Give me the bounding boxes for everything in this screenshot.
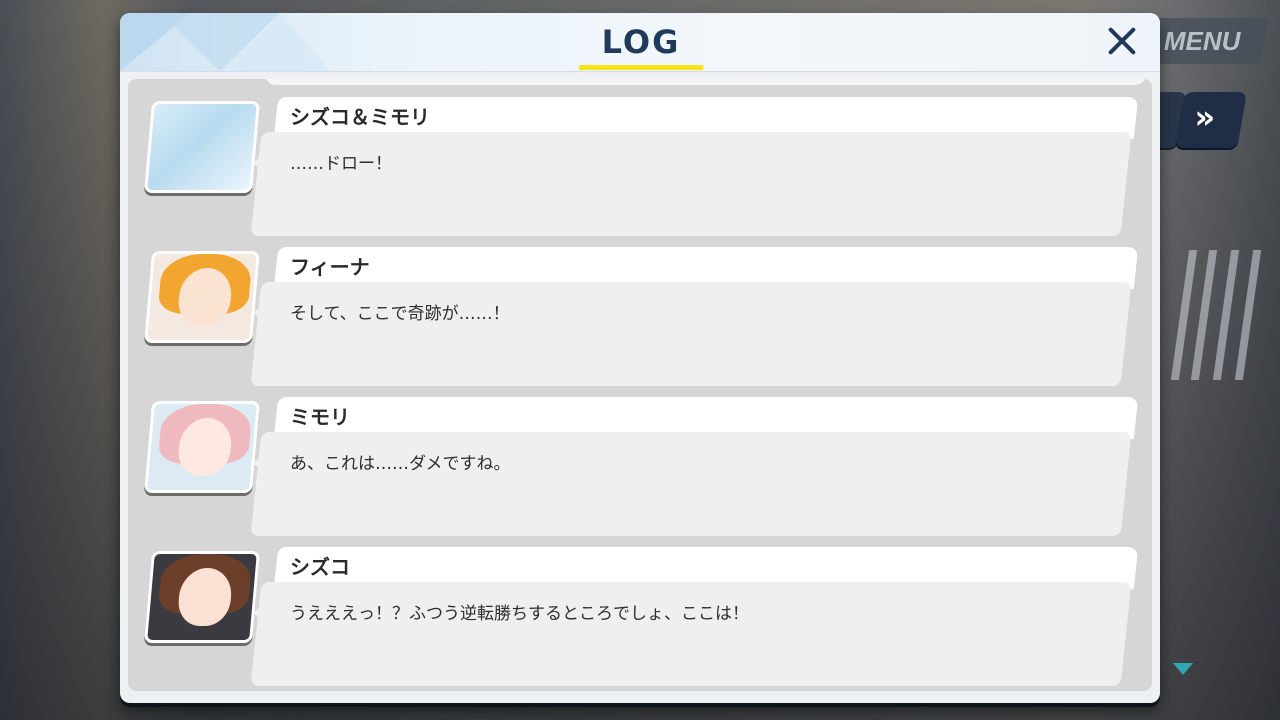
message-text: そして、ここで奇跡が……！ [290, 304, 510, 324]
log-entry: ミモリ あ、これは……ダメですね。 [128, 395, 1152, 540]
message-text: うえええっ！？ふつう逆転勝ちするところでしょ、ここは！ [290, 604, 749, 624]
message-bubble [250, 582, 1132, 686]
speaker-name: フィーナ [290, 255, 370, 279]
log-entry: フィーナ そして、ここで奇跡が……！ [128, 245, 1152, 390]
menu-button[interactable]: MENU [1145, 18, 1269, 64]
close-icon[interactable] [1102, 21, 1142, 61]
dialog-title: LOG [601, 23, 681, 61]
speaker-name: シズコ＆ミモリ [290, 105, 430, 129]
fast-forward-icon: » [1194, 98, 1216, 136]
message-text: あ、これは……ダメですね。 [290, 454, 511, 474]
avatar-mimori [143, 401, 261, 493]
message-bubble [250, 432, 1132, 536]
avatar-fina [143, 251, 261, 343]
message-bubble [250, 282, 1132, 386]
title-underline [579, 65, 703, 70]
log-entry: シズコ＆ミモリ ……ドロー！ [128, 95, 1152, 240]
message-text: ……ドロー！ [290, 154, 392, 174]
skip-button[interactable]: » [1175, 92, 1247, 148]
dialog-header: LOG [120, 13, 1160, 72]
previous-entry-edge [265, 79, 1147, 85]
menu-label: MENU [1163, 26, 1241, 56]
log-list[interactable]: シズコ＆ミモリ ……ドロー！ フィーナ そして、ここで奇跡が……！ ミモリ あ、… [128, 79, 1152, 691]
log-entry: シズコ うえええっ！？ふつう逆転勝ちするところでしょ、ここは！ [128, 545, 1152, 690]
avatar-shizuko [143, 551, 261, 643]
speaker-name: ミモリ [290, 405, 350, 429]
scroll-down-icon[interactable] [1173, 663, 1193, 675]
message-bubble [250, 132, 1132, 236]
speaker-name: シズコ [290, 555, 350, 579]
avatar-blank [143, 101, 261, 193]
log-dialog: LOG シズコ＆ミモリ ……ドロー！ フィーナ そして、ここで奇跡が……！ ミモ… [120, 13, 1160, 703]
